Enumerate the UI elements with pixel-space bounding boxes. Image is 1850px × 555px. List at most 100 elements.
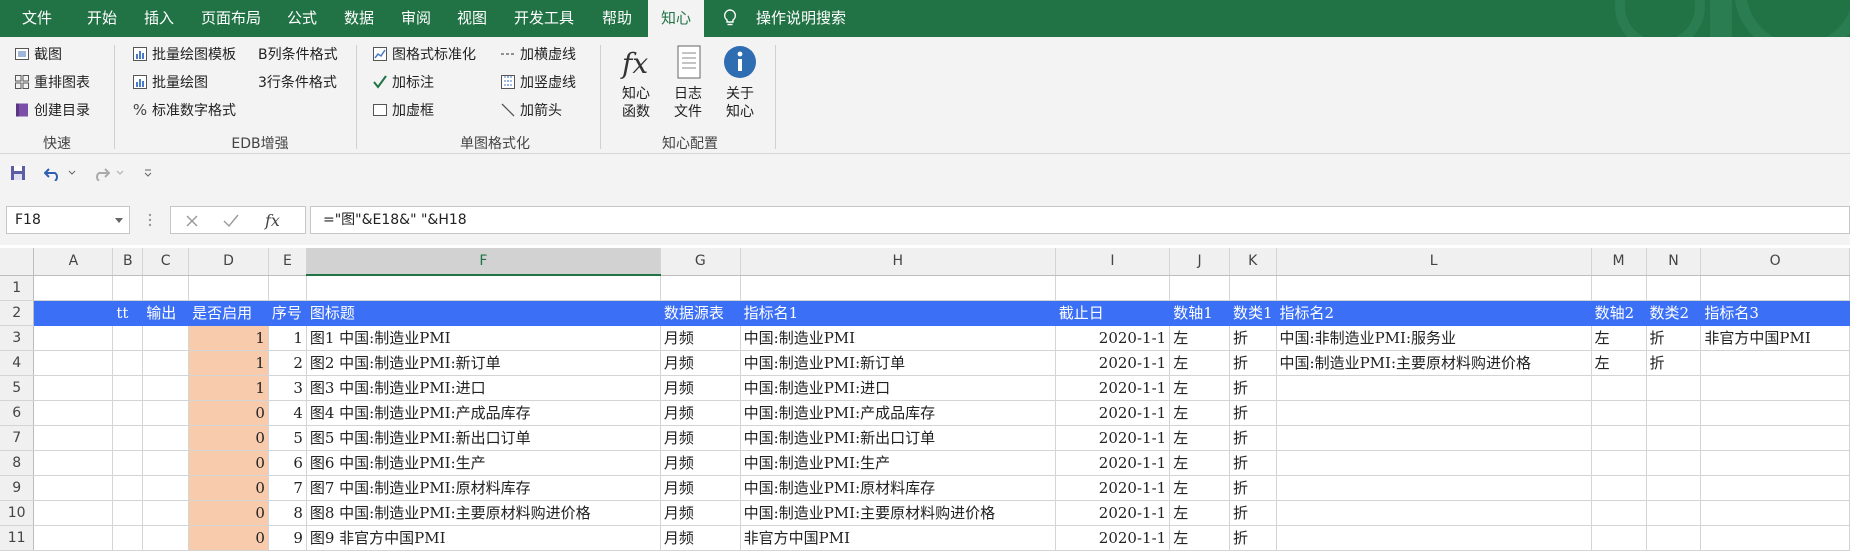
cell-e8[interactable]: 6 bbox=[268, 450, 307, 476]
cell-i10[interactable]: 2020-1-1 bbox=[1055, 500, 1171, 526]
cell-d7[interactable]: 0 bbox=[188, 425, 269, 451]
cell-n11[interactable] bbox=[1646, 525, 1702, 551]
cell-d11[interactable]: 0 bbox=[188, 525, 269, 551]
row-header[interactable]: 4 bbox=[0, 350, 35, 376]
cell-a10[interactable] bbox=[33, 500, 114, 526]
cell-h4[interactable]: 中国:制造业PMI:新订单 bbox=[740, 350, 1056, 376]
redo-icon[interactable] bbox=[92, 165, 110, 181]
cell-g7[interactable]: 月频 bbox=[660, 425, 741, 451]
tab-view[interactable]: 视图 bbox=[444, 0, 500, 37]
cell-i3[interactable]: 2020-1-1 bbox=[1055, 325, 1171, 351]
cancel-icon[interactable] bbox=[185, 214, 199, 228]
cell-b2[interactable]: tt bbox=[112, 300, 144, 326]
cell-d4[interactable]: 1 bbox=[188, 350, 269, 376]
cell-j10[interactable]: 左 bbox=[1169, 500, 1230, 526]
cell-n8[interactable] bbox=[1646, 450, 1702, 476]
cell-i4[interactable]: 2020-1-1 bbox=[1055, 350, 1171, 376]
cell-a1[interactable] bbox=[33, 275, 114, 301]
b-column-conditional-format-button[interactable]: B列条件格式 bbox=[258, 44, 338, 66]
cell-n2[interactable]: 数类2 bbox=[1646, 300, 1702, 326]
cell-f7[interactable]: 图5 中国:制造业PMI:新出口订单 bbox=[306, 425, 661, 451]
drag-handle-icon[interactable] bbox=[148, 213, 152, 227]
row-header[interactable]: 8 bbox=[0, 450, 35, 476]
cell-m7[interactable] bbox=[1591, 425, 1647, 451]
cell-j2[interactable]: 数轴1 bbox=[1169, 300, 1230, 326]
column-header-j[interactable]: J bbox=[1169, 248, 1230, 276]
cell-k6[interactable]: 折 bbox=[1229, 400, 1277, 426]
cell-g3[interactable]: 月频 bbox=[660, 325, 741, 351]
cell-k9[interactable]: 折 bbox=[1229, 475, 1277, 501]
cell-c5[interactable] bbox=[142, 375, 190, 401]
column-header-a[interactable]: A bbox=[33, 248, 114, 276]
cell-l10[interactable] bbox=[1276, 500, 1592, 526]
cell-n5[interactable] bbox=[1646, 375, 1702, 401]
cell-e2[interactable]: 序号 bbox=[268, 300, 307, 326]
cell-i11[interactable]: 2020-1-1 bbox=[1055, 525, 1171, 551]
cell-g4[interactable]: 月频 bbox=[660, 350, 741, 376]
cell-e6[interactable]: 4 bbox=[268, 400, 307, 426]
cell-h8[interactable]: 中国:制造业PMI:生产 bbox=[740, 450, 1056, 476]
cell-d2[interactable]: 是否启用 bbox=[188, 300, 269, 326]
cell-o3[interactable]: 非官方中国PMI bbox=[1700, 325, 1850, 351]
cell-g9[interactable]: 月频 bbox=[660, 475, 741, 501]
cell-i2[interactable]: 截止日 bbox=[1055, 300, 1171, 326]
screenshot-button[interactable]: 截图 bbox=[14, 44, 62, 66]
add-dashed-box-button[interactable]: 加虚框 bbox=[372, 100, 434, 122]
cell-b3[interactable] bbox=[112, 325, 144, 351]
row-header[interactable]: 2 bbox=[0, 300, 35, 326]
cell-e7[interactable]: 5 bbox=[268, 425, 307, 451]
cell-a8[interactable] bbox=[33, 450, 114, 476]
cell-a6[interactable] bbox=[33, 400, 114, 426]
enter-check-icon[interactable] bbox=[223, 214, 239, 228]
cell-l11[interactable] bbox=[1276, 525, 1592, 551]
column-header-c[interactable]: C bbox=[142, 248, 190, 276]
cell-j3[interactable]: 左 bbox=[1169, 325, 1230, 351]
select-all-corner[interactable] bbox=[0, 248, 35, 276]
cell-f5[interactable]: 图3 中国:制造业PMI:进口 bbox=[306, 375, 661, 401]
cell-l2[interactable]: 指标名2 bbox=[1276, 300, 1592, 326]
cell-f1[interactable] bbox=[306, 275, 661, 301]
cell-i6[interactable]: 2020-1-1 bbox=[1055, 400, 1171, 426]
row-header[interactable]: 6 bbox=[0, 400, 35, 426]
cell-c6[interactable] bbox=[142, 400, 190, 426]
cell-d6[interactable]: 0 bbox=[188, 400, 269, 426]
cell-e5[interactable]: 3 bbox=[268, 375, 307, 401]
cell-m4[interactable]: 左 bbox=[1591, 350, 1647, 376]
cell-n10[interactable] bbox=[1646, 500, 1702, 526]
cell-f4[interactable]: 图2 中国:制造业PMI:新订单 bbox=[306, 350, 661, 376]
add-arrow-button[interactable]: 加箭头 bbox=[500, 100, 562, 122]
tab-file[interactable]: 文件 bbox=[0, 0, 74, 37]
cell-o9[interactable] bbox=[1700, 475, 1850, 501]
cell-f10[interactable]: 图8 中国:制造业PMI:主要原材料购进价格 bbox=[306, 500, 661, 526]
cell-f8[interactable]: 图6 中国:制造业PMI:生产 bbox=[306, 450, 661, 476]
cell-j5[interactable]: 左 bbox=[1169, 375, 1230, 401]
cell-j8[interactable]: 左 bbox=[1169, 450, 1230, 476]
cell-d10[interactable]: 0 bbox=[188, 500, 269, 526]
column-header-k[interactable]: K bbox=[1229, 248, 1277, 276]
cell-e10[interactable]: 8 bbox=[268, 500, 307, 526]
cell-j11[interactable]: 左 bbox=[1169, 525, 1230, 551]
cell-n1[interactable] bbox=[1646, 275, 1702, 301]
cell-g1[interactable] bbox=[660, 275, 741, 301]
cell-b7[interactable] bbox=[112, 425, 144, 451]
cell-a2[interactable] bbox=[33, 300, 114, 326]
batch-chart-button[interactable]: 批量绘图 bbox=[132, 72, 208, 94]
cell-c4[interactable] bbox=[142, 350, 190, 376]
cell-j1[interactable] bbox=[1169, 275, 1230, 301]
cell-l6[interactable] bbox=[1276, 400, 1592, 426]
cell-m1[interactable] bbox=[1591, 275, 1647, 301]
cell-b10[interactable] bbox=[112, 500, 144, 526]
cell-j7[interactable]: 左 bbox=[1169, 425, 1230, 451]
batch-chart-template-button[interactable]: 批量绘图模板 bbox=[132, 44, 236, 66]
cell-e4[interactable]: 2 bbox=[268, 350, 307, 376]
cell-e1[interactable] bbox=[268, 275, 307, 301]
cell-g11[interactable]: 月频 bbox=[660, 525, 741, 551]
tab-data[interactable]: 数据 bbox=[330, 0, 388, 37]
tab-zhixin[interactable]: 知心 bbox=[648, 0, 704, 37]
cell-o2[interactable]: 指标名3 bbox=[1700, 300, 1850, 326]
cell-o4[interactable] bbox=[1700, 350, 1850, 376]
cell-m3[interactable]: 左 bbox=[1591, 325, 1647, 351]
row-header[interactable]: 9 bbox=[0, 475, 35, 501]
row-header[interactable]: 7 bbox=[0, 425, 35, 451]
cell-l8[interactable] bbox=[1276, 450, 1592, 476]
